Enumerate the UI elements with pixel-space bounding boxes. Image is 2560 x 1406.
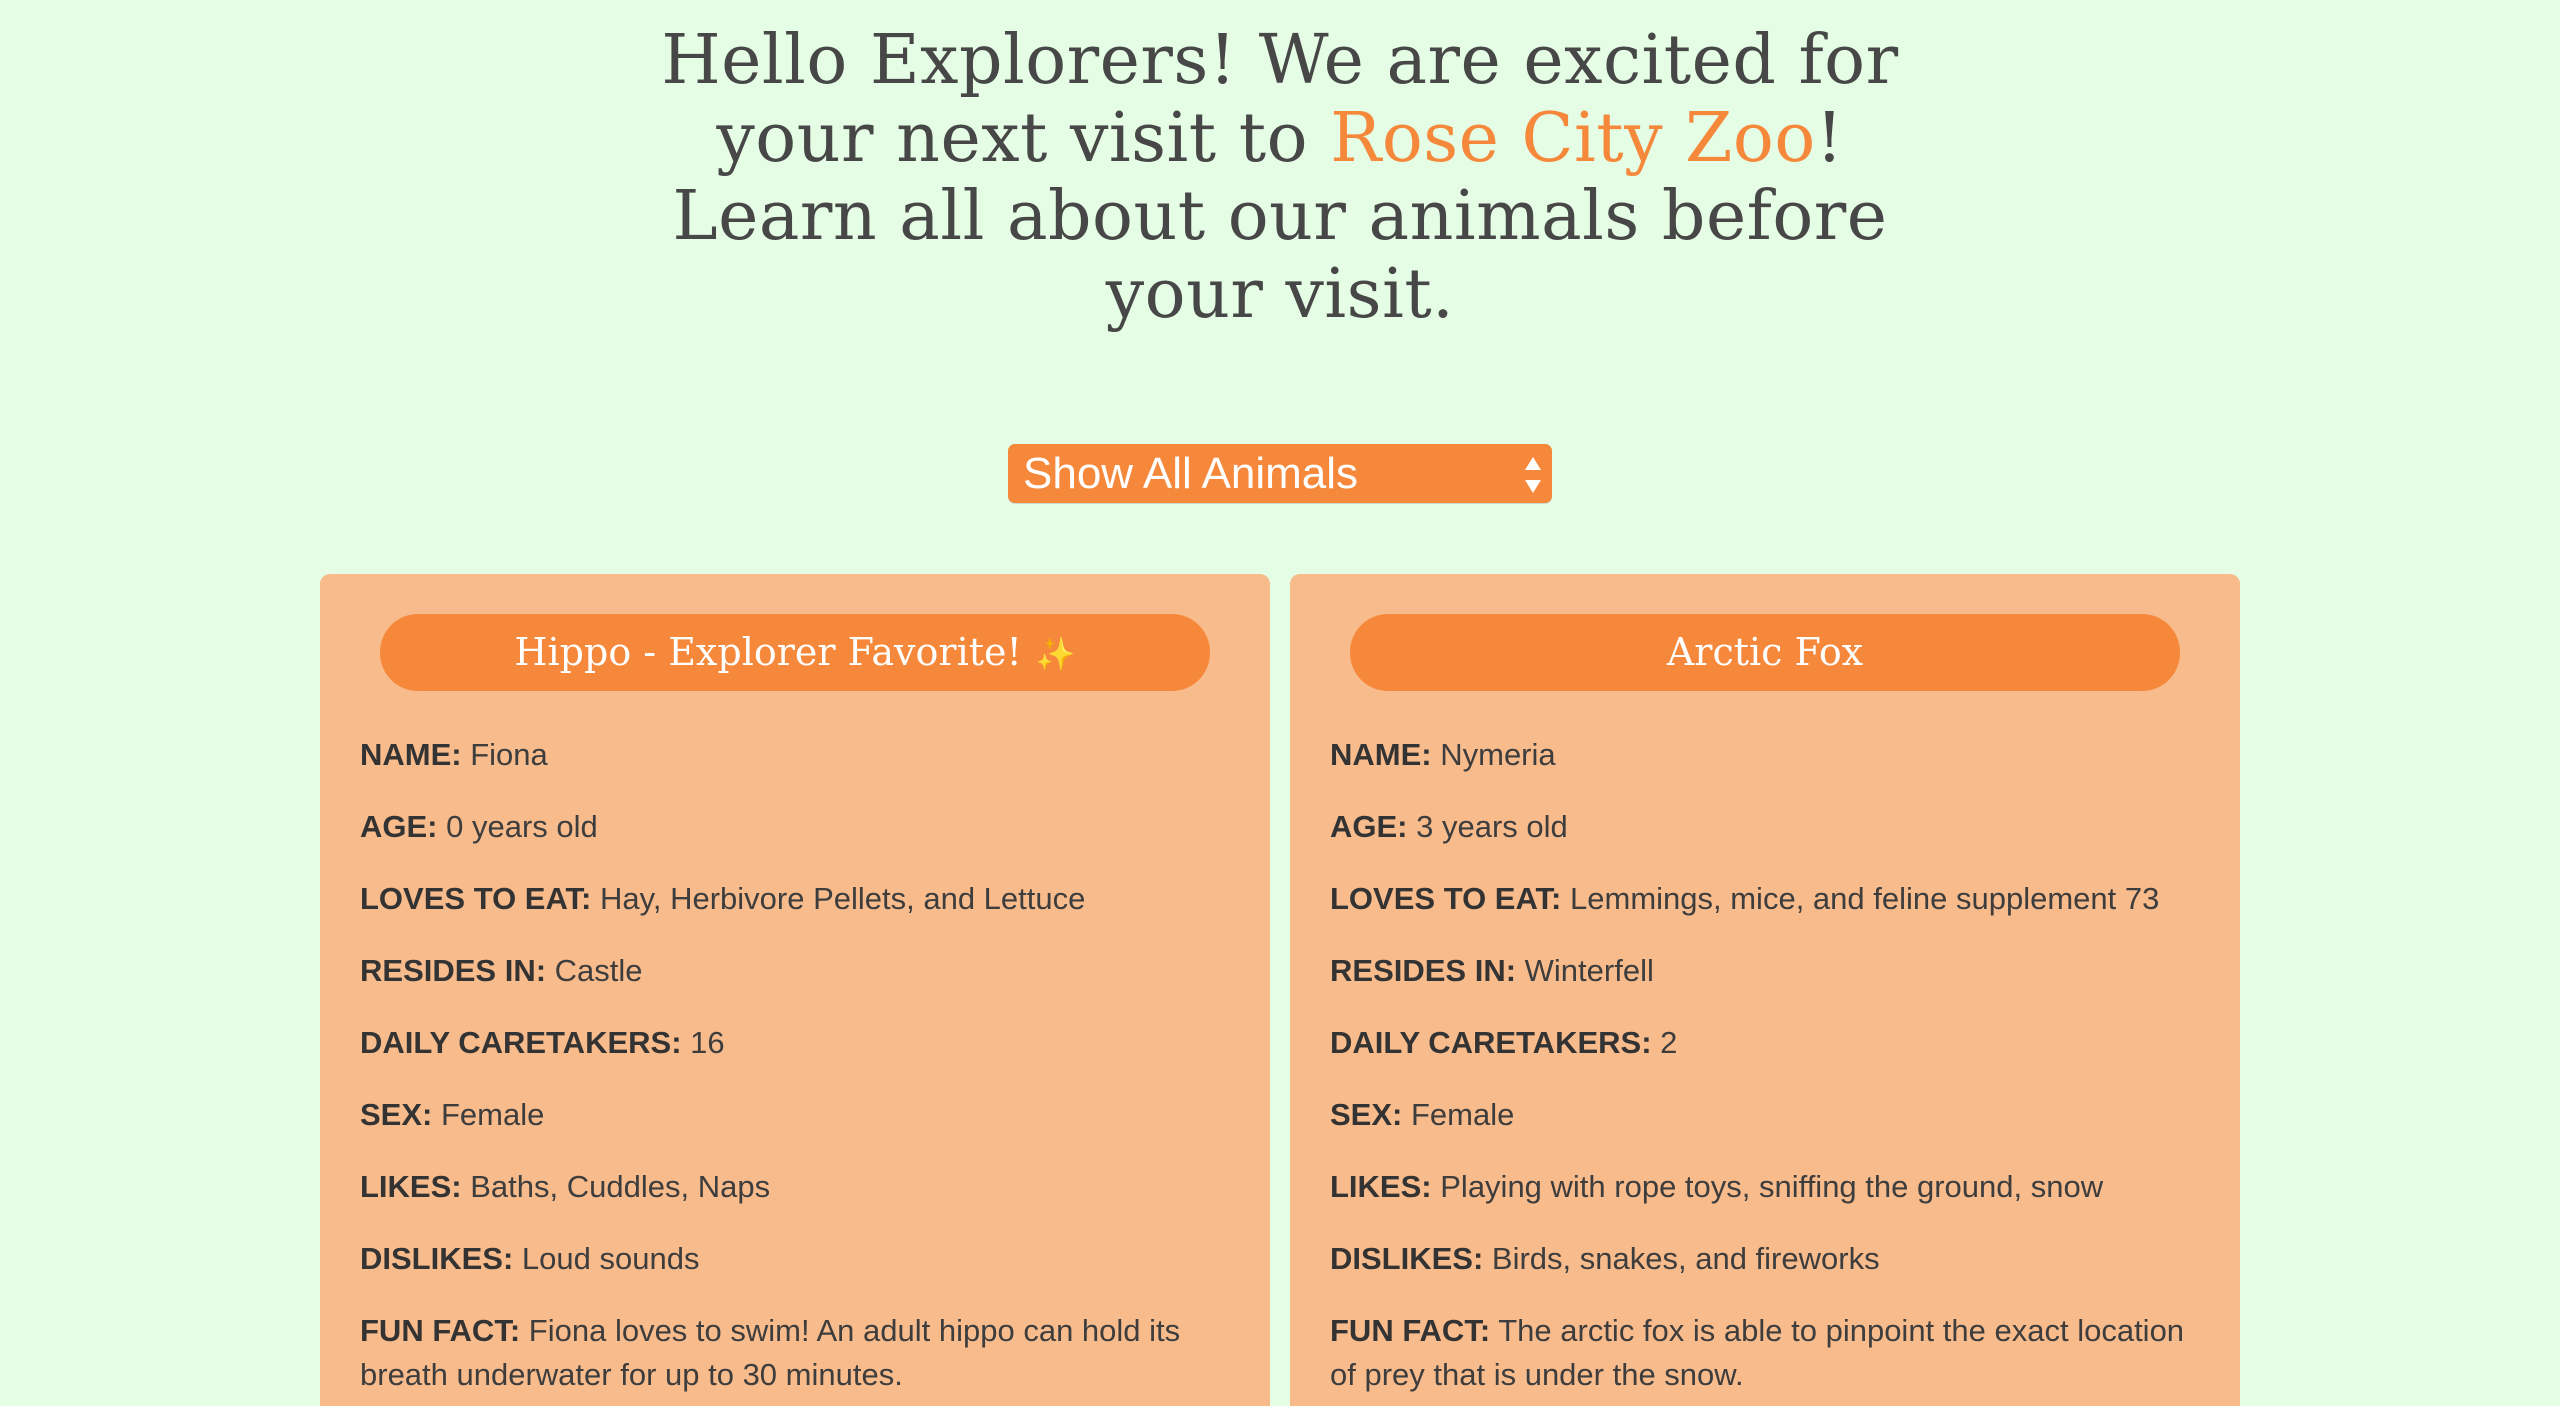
detail-row: FUN FACT: Fiona loves to swim! An adult … bbox=[360, 1305, 1240, 1397]
detail-row: NAME: Fiona bbox=[360, 729, 1240, 777]
detail-label: LOVES TO EAT: bbox=[360, 881, 592, 916]
detail-row: LOVES TO EAT: Hay, Herbivore Pellets, an… bbox=[360, 873, 1240, 921]
detail-value: Nymeria bbox=[1440, 737, 1556, 772]
detail-label: SEX: bbox=[1330, 1097, 1403, 1132]
detail-row: RESIDES IN: Winterfell bbox=[1330, 945, 2210, 993]
detail-value: Baths, Cuddles, Naps bbox=[470, 1169, 771, 1204]
animal-card-title-text: Hippo - Explorer Favorite! bbox=[514, 630, 1022, 674]
detail-value: Female bbox=[440, 1097, 545, 1132]
heading-line-4: your visit. bbox=[1105, 255, 1455, 334]
detail-row: RESIDES IN: Castle bbox=[360, 945, 1240, 993]
heading-line-3: Learn all about our animals before bbox=[672, 177, 1888, 256]
detail-label: LIKES: bbox=[1330, 1169, 1432, 1204]
detail-value: Castle bbox=[554, 953, 643, 988]
animal-card-title-text: Arctic Fox bbox=[1666, 630, 1864, 674]
detail-label: DAILY CARETAKERS: bbox=[1330, 1025, 1652, 1060]
detail-value: Fiona bbox=[470, 737, 548, 772]
detail-label: NAME: bbox=[360, 737, 462, 772]
detail-label: SEX: bbox=[360, 1097, 433, 1132]
detail-row: LIKES: Playing with rope toys, sniffing … bbox=[1330, 1161, 2210, 1209]
detail-label: RESIDES IN: bbox=[360, 953, 547, 988]
heading-line-1: Hello Explorers! We are excited for bbox=[661, 21, 1899, 100]
animal-card-title: Hippo - Explorer Favorite! ✨ bbox=[380, 614, 1210, 691]
animal-filter-selected-value: Show All Animals bbox=[1023, 449, 1359, 498]
animal-card-title: Arctic Fox bbox=[1350, 614, 2180, 691]
detail-value: Playing with rope toys, sniffing the gro… bbox=[1440, 1169, 2104, 1204]
animal-card-details: NAME: Fiona AGE: 0 years old LOVES TO EAT:… bbox=[360, 729, 1240, 1406]
detail-value: Winterfell bbox=[1524, 953, 1654, 988]
detail-value: Birds, snakes, and fireworks bbox=[1491, 1241, 1880, 1276]
detail-value: Loud sounds bbox=[521, 1241, 700, 1276]
detail-label: LOVES TO EAT: bbox=[1330, 881, 1562, 916]
select-arrows-icon bbox=[1525, 457, 1541, 493]
detail-row: SEX: Female bbox=[1330, 1089, 2210, 1137]
detail-label: DISLIKES: bbox=[1330, 1241, 1484, 1276]
detail-row: DISLIKES: Loud sounds bbox=[360, 1233, 1240, 1281]
detail-row: LIKES: Baths, Cuddles, Naps bbox=[360, 1161, 1240, 1209]
detail-label: DISLIKES: bbox=[360, 1241, 514, 1276]
detail-row: SEX: Female bbox=[360, 1089, 1240, 1137]
detail-label: AGE: bbox=[1330, 809, 1408, 844]
detail-label: AGE: bbox=[360, 809, 438, 844]
animal-card-arctic-fox: Arctic Fox NAME: Nymeria AGE: 3 years old… bbox=[1290, 574, 2240, 1406]
detail-label: RESIDES IN: bbox=[1330, 953, 1517, 988]
heading-line-2-end: ! bbox=[1815, 99, 1844, 178]
detail-label: FUN FACT: bbox=[1330, 1313, 1491, 1348]
detail-row: AGE: 3 years old bbox=[1330, 801, 2210, 849]
detail-label: NAME: bbox=[1330, 737, 1432, 772]
detail-row: DISLIKES: Birds, snakes, and fireworks bbox=[1330, 1233, 2210, 1281]
detail-value: Lemmings, mice, and feline supplement 73 bbox=[1570, 881, 2160, 916]
animal-card-hippo: Hippo - Explorer Favorite! ✨ NAME: Fiona A… bbox=[320, 574, 1270, 1406]
detail-value: 16 bbox=[690, 1025, 725, 1060]
detail-label: LIKES: bbox=[360, 1169, 462, 1204]
detail-row: LOVES TO EAT: Lemmings, mice, and feline… bbox=[1330, 873, 2210, 921]
detail-row: NAME: Nymeria bbox=[1330, 729, 2210, 777]
zoo-name: Rose City Zoo bbox=[1330, 99, 1816, 178]
detail-row: FUN FACT: The arctic fox is able to pinp… bbox=[1330, 1305, 2210, 1397]
detail-value: Female bbox=[1410, 1097, 1515, 1132]
heading-line-2: your next visit to Rose City Zoo! bbox=[0, 100, 2560, 178]
detail-value: Hay, Herbivore Pellets, and Lettuce bbox=[600, 881, 1086, 916]
detail-row: DAILY CARETAKERS: 2 bbox=[1330, 1017, 2210, 1065]
detail-label: FUN FACT: bbox=[360, 1313, 521, 1348]
animal-card-details: NAME: Nymeria AGE: 3 years old LOVES TO EA… bbox=[1330, 729, 2210, 1406]
detail-value: 2 bbox=[1660, 1025, 1678, 1060]
page: Hello Explorers! We are excited for your… bbox=[0, 0, 2560, 1406]
detail-value: 0 years old bbox=[446, 809, 598, 844]
detail-row: DAILY CARETAKERS: 16 bbox=[360, 1017, 1240, 1065]
heading-line-2-start: your next visit to bbox=[716, 99, 1331, 178]
detail-row: AGE: 0 years old bbox=[360, 801, 1240, 849]
detail-value: 3 years old bbox=[1416, 809, 1568, 844]
detail-label: DAILY CARETAKERS: bbox=[360, 1025, 682, 1060]
sparkle-icon: ✨ bbox=[1035, 635, 1076, 673]
animal-filter-select[interactable]: Show All Animals bbox=[1008, 444, 1552, 503]
page-heading: Hello Explorers! We are excited for your… bbox=[0, 22, 2560, 334]
